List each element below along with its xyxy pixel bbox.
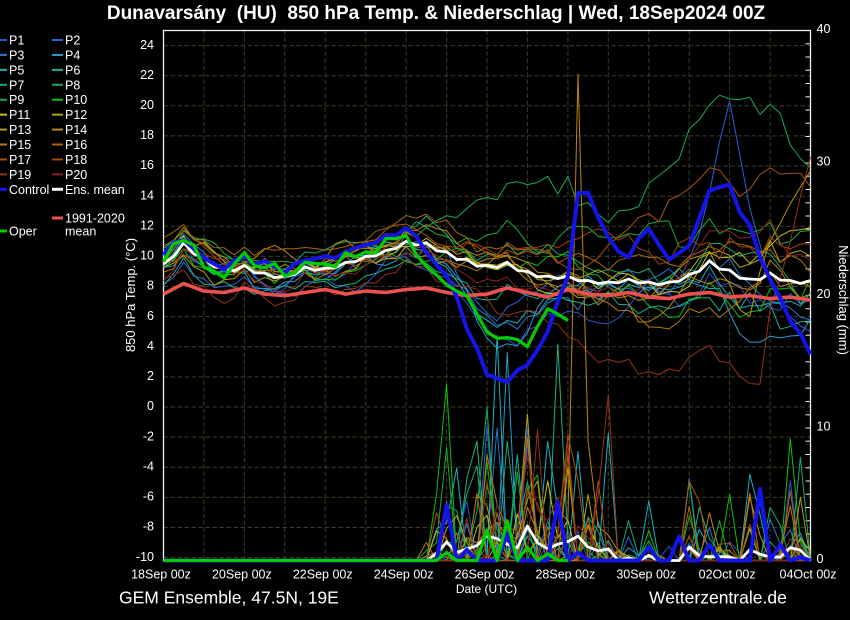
svg-text:0: 0	[147, 399, 154, 413]
svg-text:P4: P4	[65, 48, 80, 62]
svg-text:P3: P3	[9, 48, 24, 62]
svg-text:-4: -4	[143, 459, 154, 473]
svg-text:P11: P11	[9, 108, 30, 122]
svg-text:P7: P7	[9, 78, 24, 92]
svg-text:40: 40	[817, 22, 831, 36]
svg-text:04Oct 00z: 04Oct 00z	[780, 568, 837, 582]
svg-text:Niederschlag (mm): Niederschlag (mm)	[836, 245, 850, 355]
svg-text:P5: P5	[9, 63, 24, 77]
svg-text:26Sep 00z: 26Sep 00z	[455, 568, 515, 582]
svg-text:20Sep 00z: 20Sep 00z	[212, 568, 272, 582]
svg-text:P18: P18	[65, 153, 87, 167]
svg-text:30Sep 00z: 30Sep 00z	[616, 568, 676, 582]
svg-text:22Sep 00z: 22Sep 00z	[293, 568, 353, 582]
svg-text:P6: P6	[65, 63, 80, 77]
svg-text:P8: P8	[65, 78, 80, 92]
svg-text:Oper: Oper	[9, 225, 37, 239]
svg-text:Dunavarsány (HU) 850 hPa Tem: Dunavarsány (HU) 850 hPa Temp. & Nieders…	[107, 3, 766, 24]
svg-text:18: 18	[140, 128, 154, 142]
svg-text:P16: P16	[65, 138, 87, 152]
svg-text:-10: -10	[136, 550, 154, 564]
svg-text:P17: P17	[9, 153, 31, 167]
svg-text:16: 16	[140, 158, 154, 172]
svg-text:P12: P12	[65, 108, 87, 122]
svg-text:10: 10	[817, 420, 831, 434]
svg-text:-2: -2	[143, 429, 154, 443]
svg-text:P13: P13	[9, 123, 31, 137]
svg-text:850 hPa Temp. (°C): 850 hPa Temp. (°C)	[123, 238, 138, 352]
svg-text:P19: P19	[9, 168, 31, 182]
svg-text:P1: P1	[9, 34, 24, 48]
svg-text:02Oct 00z: 02Oct 00z	[699, 568, 756, 582]
svg-text:1991-2020: 1991-2020	[65, 212, 125, 226]
svg-text:P20: P20	[65, 168, 87, 182]
svg-text:P2: P2	[65, 34, 80, 48]
svg-text:Wetterzentrale.de: Wetterzentrale.de	[649, 588, 787, 608]
svg-text:Control: Control	[9, 183, 49, 197]
svg-text:20: 20	[817, 287, 831, 301]
svg-text:6: 6	[147, 309, 154, 323]
svg-text:0: 0	[817, 552, 824, 566]
svg-text:P15: P15	[9, 138, 31, 152]
svg-text:Date (UTC): Date (UTC)	[456, 582, 517, 596]
svg-text:10: 10	[140, 249, 154, 263]
svg-text:P14: P14	[65, 123, 87, 137]
svg-text:mean: mean	[65, 225, 96, 239]
svg-text:28Sep 00z: 28Sep 00z	[535, 568, 595, 582]
svg-text:-6: -6	[143, 490, 154, 504]
svg-text:20: 20	[140, 98, 154, 112]
svg-text:GEM Ensemble, 47.5N, 19E: GEM Ensemble, 47.5N, 19E	[119, 588, 339, 608]
svg-text:12: 12	[140, 218, 154, 232]
svg-text:P10: P10	[65, 93, 87, 107]
svg-text:P9: P9	[9, 93, 24, 107]
svg-text:24: 24	[140, 38, 154, 52]
svg-text:14: 14	[140, 188, 154, 202]
svg-text:-8: -8	[143, 520, 154, 534]
svg-text:Ens. mean: Ens. mean	[65, 183, 125, 197]
svg-text:22: 22	[140, 68, 154, 82]
svg-text:2: 2	[147, 369, 154, 383]
svg-text:18Sep 00z: 18Sep 00z	[131, 568, 191, 582]
svg-text:4: 4	[147, 339, 154, 353]
svg-text:30: 30	[817, 155, 831, 169]
svg-text:8: 8	[147, 279, 154, 293]
svg-text:24Sep 00z: 24Sep 00z	[374, 568, 434, 582]
